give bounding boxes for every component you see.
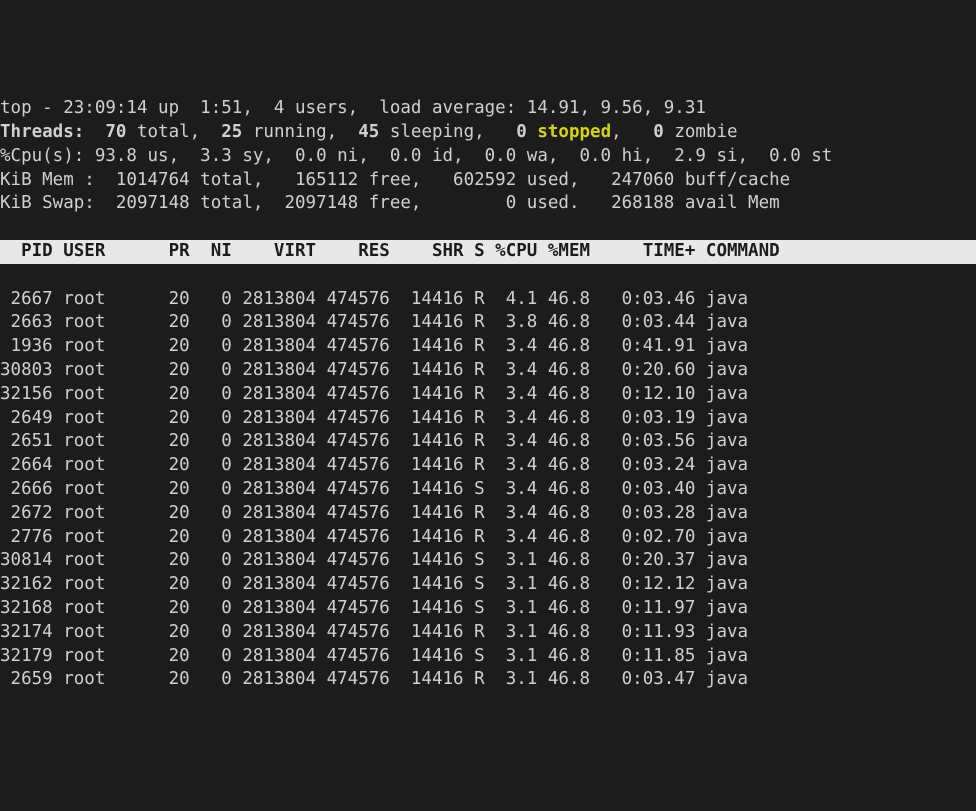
process-row[interactable]: 2776 root 20 0 2813804 474576 14416 R 3.… [0, 527, 748, 547]
process-row[interactable]: 32174 root 20 0 2813804 474576 14416 R 3… [0, 622, 748, 642]
summary-uptime-line: top - 23:09:14 up 1:51, 4 users, load av… [0, 98, 706, 118]
terminal-top-output: top - 23:09:14 up 1:51, 4 users, load av… [0, 95, 976, 692]
process-row[interactable]: 32168 root 20 0 2813804 474576 14416 S 3… [0, 598, 748, 618]
threads-stopped-label: stopped [537, 122, 611, 142]
summary-threads-label: Threads: [0, 122, 105, 142]
process-row[interactable]: 32179 root 20 0 2813804 474576 14416 S 3… [0, 646, 748, 666]
process-row[interactable]: 2651 root 20 0 2813804 474576 14416 R 3.… [0, 431, 748, 451]
threads-running-label: running, [253, 122, 358, 142]
process-row[interactable]: 30803 root 20 0 2813804 474576 14416 R 3… [0, 360, 748, 380]
threads-sleeping-label: sleeping, [390, 122, 516, 142]
process-row[interactable]: 32162 root 20 0 2813804 474576 14416 S 3… [0, 574, 748, 594]
threads-stopped-value: 0 [516, 122, 537, 142]
process-row[interactable]: 32156 root 20 0 2813804 474576 14416 R 3… [0, 384, 748, 404]
summary-mem-line: KiB Mem : 1014764 total, 165112 free, 60… [0, 170, 790, 190]
summary-cpu-line: %Cpu(s): 93.8 us, 3.3 sy, 0.0 ni, 0.0 id… [0, 146, 832, 166]
process-header[interactable]: PID USER PR NI VIRT RES SHR S %CPU %MEM … [0, 240, 976, 264]
process-row[interactable]: 30814 root 20 0 2813804 474576 14416 S 3… [0, 550, 748, 570]
threads-zombie-label: zombie [674, 122, 737, 142]
process-row[interactable]: 1936 root 20 0 2813804 474576 14416 R 3.… [0, 336, 748, 356]
threads-running-value: 25 [221, 122, 253, 142]
threads-total-label: total, [137, 122, 221, 142]
process-row[interactable]: 2666 root 20 0 2813804 474576 14416 S 3.… [0, 479, 748, 499]
threads-total-value: 70 [105, 122, 137, 142]
process-row[interactable]: 2672 root 20 0 2813804 474576 14416 R 3.… [0, 503, 748, 523]
threads-sleeping-value: 45 [358, 122, 390, 142]
threads-sep: , [611, 122, 653, 142]
process-row[interactable]: 2659 root 20 0 2813804 474576 14416 R 3.… [0, 669, 748, 689]
process-row[interactable]: 2667 root 20 0 2813804 474576 14416 R 4.… [0, 289, 748, 309]
process-row[interactable]: 2664 root 20 0 2813804 474576 14416 R 3.… [0, 455, 748, 475]
summary-swap-line: KiB Swap: 2097148 total, 2097148 free, 0… [0, 193, 790, 213]
process-row[interactable]: 2663 root 20 0 2813804 474576 14416 R 3.… [0, 312, 748, 332]
threads-zombie-value: 0 [653, 122, 674, 142]
process-row[interactable]: 2649 root 20 0 2813804 474576 14416 R 3.… [0, 408, 748, 428]
